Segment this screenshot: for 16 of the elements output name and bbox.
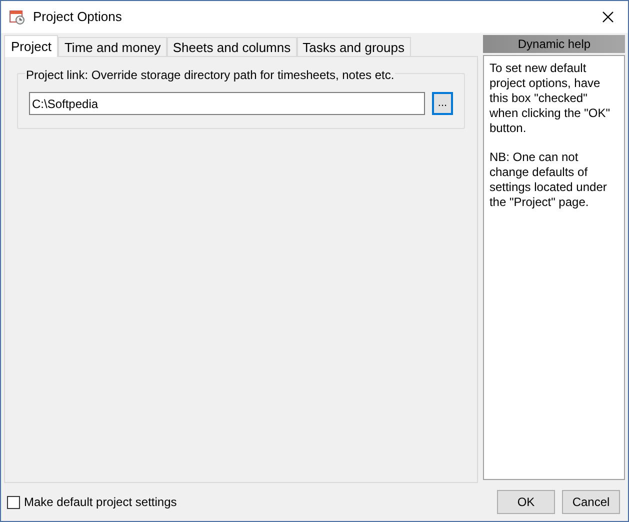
browse-button[interactable]: ...	[432, 92, 453, 115]
close-icon	[602, 11, 614, 23]
calendar-clock-icon	[9, 9, 25, 25]
tab[interactable]: Project	[4, 35, 58, 57]
tab[interactable]: Sheets and columns	[166, 37, 297, 57]
help-header: Dynamic help	[483, 35, 625, 53]
tab[interactable]: Tasks and groups	[296, 37, 411, 57]
help-text: NB: One can not change defaults of settings located under the "Project" page.	[489, 150, 608, 210]
help-text: To set new default project options, have this box "checked" when clicking the "OK" button.	[489, 61, 612, 136]
checkbox[interactable]	[7, 496, 20, 508]
dialog-button[interactable]: Cancel	[562, 490, 620, 514]
dialog-button[interactable]: OK	[497, 490, 555, 514]
tab[interactable]: Time and money	[58, 37, 167, 57]
checkbox-label: Make default project settings	[24, 494, 177, 511]
path-field[interactable]: C:\Softpedia	[29, 92, 425, 115]
window-title: Project Options	[33, 8, 122, 26]
